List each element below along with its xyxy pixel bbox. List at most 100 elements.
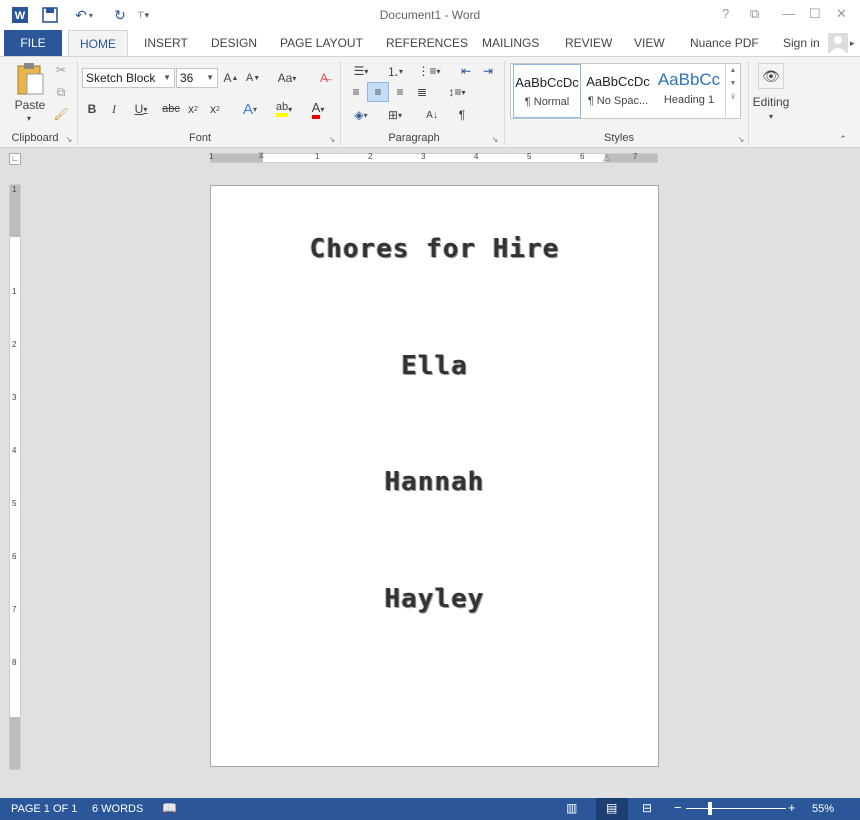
close-icon[interactable]: ✕ xyxy=(836,6,847,22)
style-normal[interactable]: AaBbCcDc ¶ Normal xyxy=(513,64,581,118)
chevron-down-icon: ▼ xyxy=(206,73,214,82)
strikethrough-icon[interactable]: abc xyxy=(160,99,182,119)
tab-design[interactable]: DESIGN xyxy=(211,30,257,56)
read-mode-icon[interactable]: ▥ xyxy=(566,801,577,815)
line-spacing-icon[interactable]: ↕≡ ▾ xyxy=(442,82,472,102)
editing-button[interactable]: Editing xyxy=(748,94,794,110)
justify-icon[interactable]: ≣ xyxy=(412,82,432,102)
vertical-ruler[interactable]: 1 1 2 3 4 5 6 7 8 xyxy=(9,184,21,770)
tab-insert[interactable]: INSERT xyxy=(144,30,188,56)
subscript-icon[interactable]: x2 xyxy=(184,99,202,119)
help-icon[interactable]: ? xyxy=(722,6,729,21)
editing-dropdown-icon[interactable]: ▾ xyxy=(764,111,778,121)
zoom-out-icon[interactable]: − xyxy=(674,800,682,815)
align-center-icon[interactable]: ≡ xyxy=(367,82,389,102)
document-page[interactable]: Chores for Hire Ella Hannah Hayley xyxy=(210,185,659,767)
shrink-font-icon[interactable]: A ▼ xyxy=(244,68,262,88)
change-case-icon[interactable]: Aa ▾ xyxy=(272,68,302,88)
highlight-icon[interactable]: ab ▾ xyxy=(268,99,300,119)
paste-dropdown-icon[interactable]: ▾ xyxy=(22,113,36,123)
tab-selector-icon[interactable]: ∟ xyxy=(9,153,21,165)
superscript-icon[interactable]: x2 xyxy=(206,99,224,119)
collapse-ribbon-icon[interactable]: ⌃ xyxy=(836,133,850,145)
italic-icon[interactable]: I xyxy=(106,99,122,119)
tab-references[interactable]: REFERENCES xyxy=(386,30,468,56)
paste-button[interactable]: Paste xyxy=(10,97,50,113)
web-layout-icon[interactable]: ⊟ xyxy=(642,801,652,815)
print-layout-icon[interactable]: ▤ xyxy=(596,798,628,820)
word-window: W ↶ ▾ ↻ ⊤▾ Document1 - Word ? ⧉ — ☐ ✕ FIL… xyxy=(0,0,860,820)
zoom-in-icon[interactable]: + xyxy=(788,800,796,815)
decrease-indent-icon[interactable]: ⇤ xyxy=(456,61,476,81)
status-bar: PAGE 1 OF 1 6 WORDS 📖 ▥ ▤ ⊟ − + 55% xyxy=(0,798,860,820)
binoculars-icon[interactable]: 👁 xyxy=(758,63,784,89)
tab-page-layout[interactable]: PAGE LAYOUT xyxy=(280,30,363,56)
grow-font-icon[interactable]: A ▲ xyxy=(222,68,240,88)
font-color-icon[interactable]: A ▾ xyxy=(302,99,334,119)
increase-indent-icon[interactable]: ⇥ xyxy=(478,61,498,81)
cut-icon[interactable]: ✂ xyxy=(52,61,70,79)
word-count[interactable]: 6 WORDS xyxy=(92,803,143,815)
doc-line-hannah[interactable]: Hannah xyxy=(211,467,658,497)
clipboard-group-label: Clipboard xyxy=(11,132,59,144)
left-indent-marker-icon[interactable]: ⧗ xyxy=(258,150,264,161)
borders-icon[interactable]: ⊞ ▾ xyxy=(380,105,410,125)
styles-scroll[interactable]: ▲ ▼ ⊽ xyxy=(725,64,740,118)
ribbon: Paste ▾ ✂ ⧉ 🖌 Clipboard ↘ Sketch Block ▼ … xyxy=(0,56,860,148)
text-effects-icon[interactable]: A ▾ xyxy=(236,99,264,119)
account-chevron-icon[interactable]: ▸ xyxy=(850,38,855,49)
minimize-icon[interactable]: — xyxy=(782,6,795,21)
format-painter-icon[interactable]: 🖌 xyxy=(52,105,70,123)
font-name-combo[interactable]: Sketch Block ▼ xyxy=(82,68,175,88)
tab-home[interactable]: HOME xyxy=(68,30,128,56)
paragraph-group-label: Paragraph xyxy=(388,132,440,144)
tab-review[interactable]: REVIEW xyxy=(565,30,612,56)
zoom-slider-thumb[interactable] xyxy=(708,802,712,815)
more-styles-icon[interactable]: ⊽ xyxy=(726,93,740,101)
zoom-slider[interactable] xyxy=(686,808,786,809)
styles-group-label: Styles xyxy=(604,132,634,144)
window-title: Document1 - Word xyxy=(379,8,481,22)
styles-launcher-icon[interactable]: ↘ xyxy=(736,134,746,144)
page-count[interactable]: PAGE 1 OF 1 xyxy=(11,803,77,815)
align-right-icon[interactable]: ≡ xyxy=(390,82,410,102)
tab-view[interactable]: VIEW xyxy=(634,30,665,56)
ribbon-display-icon[interactable]: ⧉ xyxy=(750,6,759,22)
underline-icon[interactable]: U ▾ xyxy=(128,99,154,119)
bold-icon[interactable]: B xyxy=(84,99,100,119)
show-formatting-icon[interactable]: ¶ xyxy=(452,105,472,125)
align-left-icon[interactable]: ≡ xyxy=(346,82,366,102)
zoom-level[interactable]: 55% xyxy=(812,803,834,815)
clipboard-launcher-icon[interactable]: ↘ xyxy=(64,134,74,144)
font-group-label: Font xyxy=(188,132,211,144)
clear-formatting-icon[interactable]: A̶ xyxy=(314,68,334,88)
shading-icon[interactable]: ◈ ▾ xyxy=(346,105,376,125)
doc-title[interactable]: Chores for Hire xyxy=(211,234,658,264)
multilevel-list-icon[interactable]: ⋮≡ ▾ xyxy=(414,61,444,81)
style-heading-1[interactable]: AaBbCc Heading 1 xyxy=(655,64,723,118)
chevron-down-icon[interactable]: ▼ xyxy=(726,80,740,87)
tab-nuance-pdf[interactable]: Nuance PDF xyxy=(690,30,759,56)
maximize-icon[interactable]: ☐ xyxy=(809,6,821,22)
font-size-combo[interactable]: 36 ▼ xyxy=(176,68,218,88)
tab-file[interactable]: FILE xyxy=(4,30,62,56)
right-indent-marker-icon[interactable]: △ xyxy=(603,152,610,163)
doc-line-hayley[interactable]: Hayley xyxy=(211,584,658,614)
numbering-icon[interactable]: ⒈ ▾ xyxy=(380,61,410,81)
paragraph-launcher-icon[interactable]: ↘ xyxy=(490,134,500,144)
doc-line-ella[interactable]: Ella xyxy=(211,351,658,381)
font-launcher-icon[interactable]: ↘ xyxy=(327,134,337,144)
sort-icon[interactable]: A↓ xyxy=(422,105,442,125)
tab-mailings[interactable]: MAILINGS xyxy=(482,30,539,56)
horizontal-ruler[interactable]: 1 1 2 3 4 5 6 7 ⧗ △ xyxy=(209,150,658,163)
chevron-down-icon: ▼ xyxy=(163,73,171,82)
sign-in-link[interactable]: Sign in xyxy=(783,30,820,56)
copy-icon[interactable]: ⧉ xyxy=(52,83,70,101)
paste-icon[interactable] xyxy=(14,61,46,97)
style-no-spacing[interactable]: AaBbCcDc ¶ No Spac... xyxy=(583,64,653,118)
bullets-icon[interactable]: ☰ ▾ xyxy=(346,61,376,81)
title-bar: W ↶ ▾ ↻ ⊤▾ Document1 - Word ? ⧉ — ☐ ✕ xyxy=(0,0,860,30)
chevron-up-icon[interactable]: ▲ xyxy=(726,67,740,74)
avatar[interactable] xyxy=(828,33,848,53)
proofing-icon[interactable]: 📖 xyxy=(162,801,177,815)
